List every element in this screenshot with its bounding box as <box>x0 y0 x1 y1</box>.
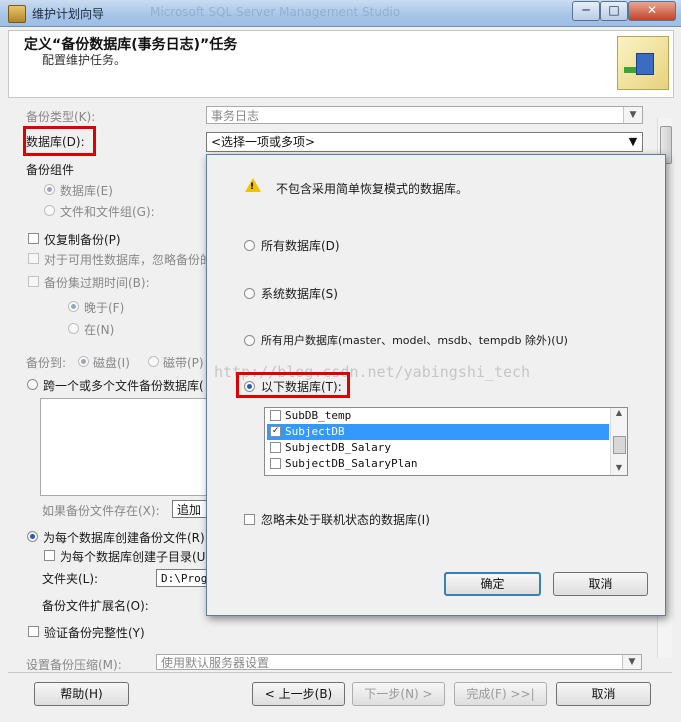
database-component-label: 数据库(E) <box>60 184 113 198</box>
ignore-offline-label: 忽略未处于联机状态的数据库(I) <box>261 513 430 527</box>
scroll-down-icon[interactable]: ▼ <box>611 463 627 475</box>
user-databases-label: 所有用户数据库(master、model、msdb、tempdb 除外)(U) <box>261 334 568 347</box>
finish-button[interactable]: 完成(F) >>| <box>454 682 547 706</box>
scroll-up-icon[interactable]: ▲ <box>611 408 627 420</box>
backup-set-expire-checkbox[interactable] <box>28 276 39 287</box>
these-databases-highlight <box>236 372 350 398</box>
warning-text: 不包含采用简单恢复模式的数据库。 <box>276 182 469 196</box>
list-item[interactable]: SubDB_temp <box>267 408 609 424</box>
if-file-exists-select[interactable]: 追加 <box>172 500 208 518</box>
folder-input[interactable]: D:\Prog <box>156 569 208 587</box>
file-filegroup-label: 文件和文件组(G): <box>60 205 155 219</box>
backup-component-label: 备份组件 <box>26 163 75 177</box>
page-subtitle: 配置维护任务。 <box>42 53 127 67</box>
folder-input-value: D:\Prog <box>161 572 208 585</box>
expire-on-label: 在(N) <box>84 323 115 337</box>
verify-label: 验证备份完整性(Y) <box>44 626 145 640</box>
close-button[interactable]: ✕ <box>628 1 676 21</box>
cancel-button[interactable]: 取消 <box>556 682 651 706</box>
create-file-per-db-label: 为每个数据库创建备份文件(R) <box>43 531 205 545</box>
chevron-down-icon: ▼ <box>622 655 641 669</box>
system-databases-radio[interactable] <box>244 288 255 299</box>
database-label-highlight <box>23 126 96 156</box>
backup-task-icon <box>617 36 669 90</box>
backup-type-value: 事务日志 <box>211 109 260 123</box>
next-button[interactable]: 下一步(N) > <box>352 682 445 706</box>
backup-file-list[interactable] <box>40 398 210 496</box>
create-subdir-label: 为每个数据库创建子目录(U) <box>60 550 211 564</box>
database-component-radio[interactable] <box>44 184 55 195</box>
minimize-button[interactable]: ─ <box>572 1 600 21</box>
across-files-radio[interactable] <box>27 379 38 390</box>
expire-after-radio[interactable] <box>68 301 79 312</box>
extension-label: 备份文件扩展名(O): <box>42 599 149 613</box>
ignore-offline-checkbox[interactable] <box>244 514 255 525</box>
footer-divider <box>8 672 672 673</box>
create-subdir-checkbox[interactable] <box>44 550 55 561</box>
scrollbar-thumb[interactable] <box>613 436 626 454</box>
back-button[interactable]: < 上一步(B) <box>252 682 345 706</box>
database-select[interactable]: <选择一项或多项> ▼ <box>206 132 643 152</box>
copy-only-checkbox[interactable] <box>28 233 39 244</box>
availability-label: 对于可用性数据库，忽略备份的 <box>44 253 213 267</box>
list-item[interactable]: SubjectDB_Salary <box>267 440 609 456</box>
folder-label: 文件夹(L): <box>42 572 99 586</box>
if-file-exists-label: 如果备份文件存在(X): <box>42 504 160 518</box>
system-databases-label: 系统数据库(S) <box>261 287 338 301</box>
help-button[interactable]: 帮助(H) <box>34 682 129 706</box>
copy-only-label: 仅复制备份(P) <box>44 233 121 247</box>
expire-after-label: 晚于(F) <box>84 301 125 315</box>
availability-checkbox[interactable] <box>28 253 39 264</box>
tape-label: 磁带(P) <box>163 356 204 370</box>
db-checkbox[interactable] <box>270 458 281 469</box>
tape-radio[interactable] <box>148 356 159 367</box>
db-checkbox[interactable] <box>270 442 281 453</box>
list-item[interactable]: ✓ SubjectDB <box>267 424 609 440</box>
list-item[interactable]: SubjectDB_SalaryPlan <box>267 456 609 472</box>
title-bar: 维护计划向导 Microsoft SQL Server Management S… <box>0 0 681 27</box>
chevron-down-icon: ▼ <box>623 107 642 123</box>
ok-button[interactable]: 确定 <box>444 572 541 596</box>
disk-label: 磁盘(I) <box>93 356 130 370</box>
if-file-exists-value: 追加 <box>177 503 202 517</box>
user-databases-radio[interactable] <box>244 335 255 346</box>
wizard-app-icon <box>8 5 26 23</box>
all-databases-label: 所有数据库(D) <box>261 239 340 253</box>
across-files-label: 跨一个或多个文件备份数据库( <box>43 379 204 393</box>
backup-to-label: 备份到: <box>26 356 67 370</box>
popup-cancel-button[interactable]: 取消 <box>553 572 648 596</box>
compression-select[interactable]: 使用默认服务器设置 ▼ <box>156 654 642 670</box>
disk-radio[interactable] <box>78 356 89 367</box>
backup-type-label: 备份类型(K): <box>26 110 96 124</box>
maximize-button[interactable]: □ <box>600 1 628 21</box>
database-listbox[interactable]: SubDB_temp ✓ SubjectDB SubjectDB_Salary … <box>264 407 628 476</box>
compression-value: 使用默认服务器设置 <box>161 656 270 670</box>
db-checkbox[interactable] <box>270 410 281 421</box>
db-checkbox-checked[interactable]: ✓ <box>270 426 281 437</box>
create-file-per-db-radio[interactable] <box>27 531 38 542</box>
chevron-down-icon: ▼ <box>624 133 642 151</box>
warning-icon-mark: ! <box>250 182 255 192</box>
listbox-scrollbar[interactable]: ▲ ▼ <box>610 408 627 475</box>
verify-checkbox[interactable] <box>28 626 39 637</box>
expire-on-radio[interactable] <box>68 323 79 334</box>
database-select-value: <选择一项或多项> <box>211 135 316 149</box>
window-title: 维护计划向导 <box>32 7 105 21</box>
backup-set-expire-label: 备份集过期时间(B): <box>44 276 150 290</box>
file-filegroup-radio[interactable] <box>44 205 55 216</box>
all-databases-radio[interactable] <box>244 240 255 251</box>
compression-label: 设置备份压缩(M): <box>26 658 122 672</box>
backup-type-select[interactable]: 事务日志 ▼ <box>206 106 643 124</box>
background-window-title: Microsoft SQL Server Management Studio <box>150 5 401 19</box>
